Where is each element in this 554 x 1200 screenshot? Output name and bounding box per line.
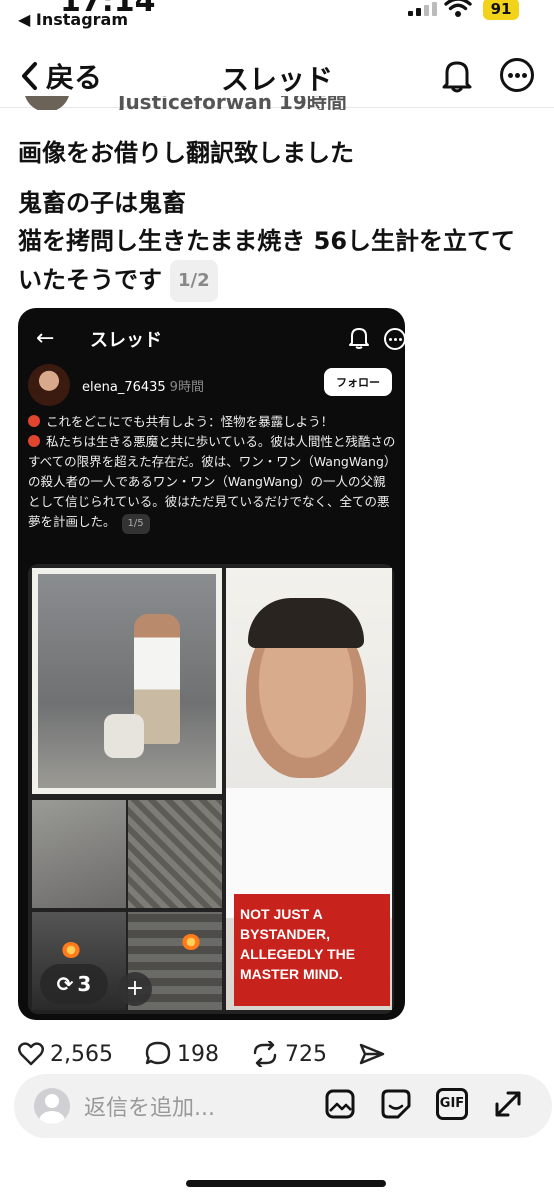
post-line: 鬼畜の子は鬼畜: [18, 189, 186, 217]
embedded-username: elena_76435: [82, 380, 166, 395]
repost-icon: ⟳: [56, 972, 74, 996]
share-button[interactable]: [359, 1042, 385, 1066]
back-label: 戻る: [46, 61, 103, 94]
fire-icon: [182, 934, 200, 950]
reply-input[interactable]: 返信を追加...: [84, 1090, 215, 1122]
embedded-photo-collage: NOT JUST A BYSTANDER, ALLEGEDLY THE MAST…: [28, 564, 394, 1014]
embedded-post-text: これをどこにでも共有しよう：怪物を暴露しよう！ 私たちは生きる悪魔と共に歩いてい…: [28, 412, 398, 534]
image-icon[interactable]: [324, 1088, 356, 1120]
battery-indicator: 91: [483, 0, 519, 20]
send-icon: [359, 1043, 385, 1065]
bell-icon[interactable]: [440, 58, 474, 94]
back-arrow-icon: ←: [36, 326, 55, 351]
avatar: [28, 364, 70, 406]
embedded-title: スレッド: [90, 330, 162, 351]
like-count: 2,565: [50, 1041, 113, 1067]
embedded-time: 9時間: [169, 380, 204, 395]
cellular-signal-icon: [408, 0, 437, 16]
post-author-row: Justiceforwan 19時間: [20, 96, 420, 110]
back-to-instagram-link[interactable]: ◀ Instagram: [18, 10, 128, 29]
post-line-with-pager: いたそうです 1/2: [18, 260, 548, 302]
avatar[interactable]: [24, 96, 70, 110]
more-options-icon[interactable]: [500, 58, 534, 92]
bell-icon: [349, 328, 369, 349]
back-button[interactable]: 戻る: [20, 56, 102, 96]
page-indicator: 1/5: [121, 514, 150, 534]
plus-button: +: [118, 972, 152, 1006]
avatar: [34, 1088, 70, 1124]
page-indicator: 1/2: [170, 260, 218, 302]
post-text-intro: 画像をお借りし翻訳致しました: [18, 139, 354, 167]
fire-icon: [62, 942, 80, 958]
action-row: 2,565 198 725: [18, 1036, 418, 1072]
embedded-line: これをどこにでも共有しよう：怪物を暴露しよう！: [46, 414, 334, 429]
home-indicator: [186, 1180, 386, 1187]
post-line: いたそうです: [18, 266, 162, 294]
photo-thumb: [32, 800, 126, 908]
expand-icon[interactable]: [492, 1088, 524, 1120]
reply-tools: GIF: [324, 1088, 524, 1120]
gif-icon[interactable]: GIF: [436, 1088, 468, 1120]
reply-bar: 返信を追加... GIF: [14, 1074, 552, 1138]
photo-thumb: [128, 800, 222, 908]
post-text-body: 鬼畜の子は鬼畜 猫を拷問し生きたまま焼き 56し生計を立てて いたそうです 1/2: [18, 184, 548, 302]
sticker-icon[interactable]: [380, 1088, 412, 1120]
comment-button[interactable]: 198: [145, 1041, 219, 1067]
author-name[interactable]: Justiceforwan 19時間: [118, 96, 347, 110]
chevron-left-icon: [22, 62, 37, 90]
repost-count: 725: [284, 1041, 327, 1067]
embedded-screenshot[interactable]: ← スレッド elena_76435 9時間 フォロー これをどこにでも共有しよう…: [18, 308, 405, 1020]
repost-count-pill: ⟳ 3: [40, 964, 108, 1004]
comment-count: 198: [176, 1041, 219, 1067]
status-bar: 17:14 ◀ Instagram 91: [0, 0, 554, 36]
wifi-icon: [444, 0, 472, 17]
follow-button: フォロー: [324, 368, 392, 396]
embedded-header: ← スレッド: [36, 322, 405, 356]
photo-man-portrait: NOT JUST A BYSTANDER, ALLEGEDLY THE MAST…: [226, 568, 392, 1010]
embedded-line: 私たちは生きる悪魔と共に歩いている。彼は人間性と残酷さのすべての限界を超えた存在…: [28, 434, 397, 529]
embedded-user-row: elena_76435 9時間 フォロー: [28, 364, 398, 408]
photo-man-carrying-bags: [32, 568, 222, 794]
repost-button[interactable]: 725: [251, 1041, 327, 1067]
red-circle-icon: [28, 435, 40, 447]
red-circle-icon: [28, 415, 40, 427]
photo-caption: NOT JUST A BYSTANDER, ALLEGEDLY THE MAST…: [240, 906, 356, 982]
heart-icon: [18, 1042, 44, 1066]
repost-icon: [253, 1041, 277, 1067]
comment-icon: [145, 1041, 171, 1065]
more-options-icon: [384, 328, 405, 350]
like-button[interactable]: 2,565: [18, 1042, 113, 1067]
post-line: 猫を拷問し生きたまま焼き 56し生計を立てて: [18, 227, 516, 255]
